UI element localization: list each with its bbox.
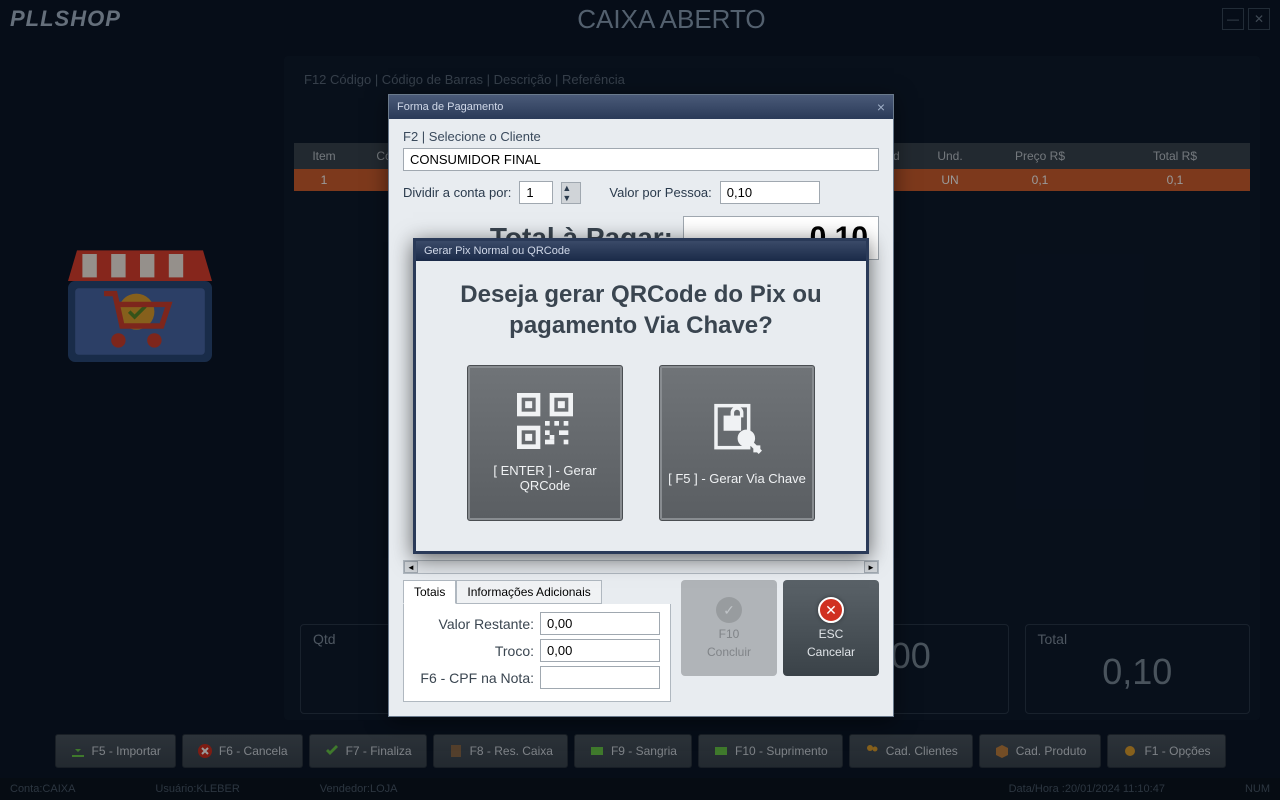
dividir-input[interactable] <box>519 181 553 204</box>
close-icon[interactable]: × <box>877 99 885 115</box>
horizontal-scrollbar[interactable]: ◄► <box>403 560 879 574</box>
key-document-icon <box>709 401 765 457</box>
gerar-via-chave-button[interactable]: [ F5 ] - Gerar Via Chave <box>659 365 815 521</box>
restante-input[interactable] <box>540 612 660 635</box>
restante-label: Valor Restante: <box>414 616 534 632</box>
valor-pessoa-input[interactable] <box>720 181 820 204</box>
cancel-dialog-button[interactable]: ✕ ESC Cancelar <box>783 580 879 676</box>
tab-info[interactable]: Informações Adicionais <box>456 580 601 604</box>
spinner-buttons[interactable]: ▲▼ <box>561 182 581 204</box>
troco-label: Troco: <box>414 643 534 659</box>
x-circle-icon: ✕ <box>818 597 844 623</box>
pix-dialog: Gerar Pix Normal ou QRCode Deseja gerar … <box>413 238 869 554</box>
confirm-button[interactable]: ✓ F10 Concluir <box>681 580 777 676</box>
troco-input[interactable] <box>540 639 660 662</box>
qrcode-option-label: [ ENTER ] - Gerar QRCode <box>468 463 622 493</box>
valor-pessoa-label: Valor por Pessoa: <box>609 185 711 200</box>
pix-dialog-title[interactable]: Gerar Pix Normal ou QRCode <box>416 241 866 261</box>
chave-option-label: [ F5 ] - Gerar Via Chave <box>668 471 806 486</box>
dividir-label: Dividir a conta por: <box>403 185 511 200</box>
gerar-qrcode-button[interactable]: [ ENTER ] - Gerar QRCode <box>467 365 623 521</box>
pix-question: Deseja gerar QRCode do Pix ou pagamento … <box>440 279 842 341</box>
qrcode-icon <box>517 393 573 449</box>
cpf-input[interactable] <box>540 666 660 689</box>
cpf-label: F6 - CPF na Nota: <box>414 670 534 686</box>
cliente-label: F2 | Selecione o Cliente <box>403 129 879 144</box>
check-circle-icon: ✓ <box>716 597 742 623</box>
payment-dialog-title[interactable]: Forma de Pagamento × <box>389 95 893 119</box>
tab-totais[interactable]: Totais <box>403 580 456 604</box>
cliente-input[interactable] <box>403 148 879 171</box>
